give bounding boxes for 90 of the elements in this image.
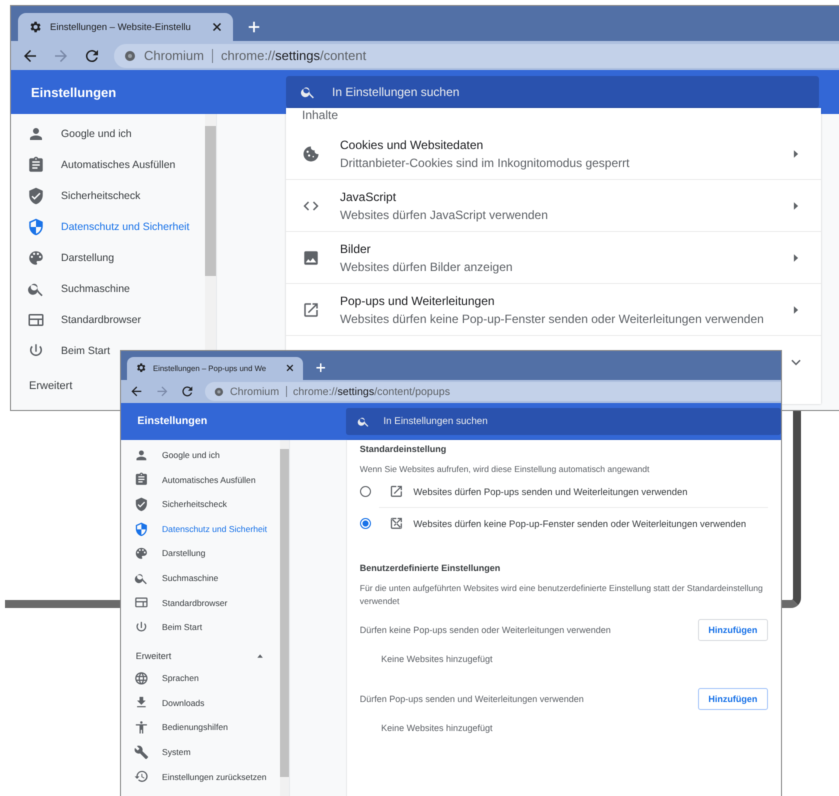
tab-title: Einstellungen – Website-Einstellu <box>50 22 192 32</box>
search-icon <box>357 414 370 428</box>
url-text: chrome://settings/content/popups <box>293 386 450 398</box>
accessibility-icon <box>134 720 149 735</box>
sidebar-item[interactable]: Automatisches Ausfüllen <box>11 149 180 180</box>
gear-icon <box>28 20 42 34</box>
image-icon <box>302 248 320 266</box>
chevron-right-icon <box>791 304 801 314</box>
close-icon[interactable] <box>211 21 223 33</box>
sidebar-item[interactable]: Einstellungen zurücksetzen <box>121 764 280 789</box>
add-button[interactable]: Hinzufügen <box>698 618 768 641</box>
section-heading: Standardeinstellung <box>360 444 448 454</box>
sidebar-item[interactable]: Beim Start <box>121 614 280 640</box>
add-button[interactable]: Hinzufügen <box>698 688 768 710</box>
clipboard-icon <box>27 156 45 174</box>
scrollbar[interactable] <box>205 114 216 352</box>
chevron-right-icon <box>791 252 801 262</box>
radio-label: Websites dürfen keine Pop-up-Fenster senden oder Weiterleitungen verwenden <box>413 518 746 529</box>
settings-row[interactable]: Pop-ups und Weiterleitungen Websites dürfen keine Pop-up-Fenster senden oder Weiterleitungen verwenden <box>286 284 821 336</box>
list-heading: Dürfen keine Pop-ups senden oder Weiterleitungen verwenden <box>360 624 611 635</box>
blocked-popup-icon <box>388 516 404 531</box>
shield-icon <box>27 218 45 236</box>
radio-button[interactable] <box>360 486 371 497</box>
sidebar-item[interactable]: Standardbrowser <box>11 304 145 335</box>
url-text: chrome://settings/content <box>220 48 366 63</box>
wrench-icon <box>134 744 149 760</box>
sidebar-item[interactable]: Darstellung <box>121 541 280 566</box>
sidebar-item[interactable]: Darstellung <box>11 242 118 273</box>
sidebar-item[interactable]: Suchmaschine <box>11 273 134 304</box>
shield-check-icon <box>27 186 45 204</box>
settings-title: Einstellungen <box>30 84 118 100</box>
clipboard-icon <box>134 472 149 488</box>
shield-check-icon <box>134 496 149 512</box>
person-icon <box>134 448 149 462</box>
search-field[interactable]: In Einstellungen suchen <box>382 415 782 428</box>
settings-row[interactable]: Cookies und Websitedaten Drittanbieter-Cookies sind im Inkognitomodus gesperrt <box>286 128 821 180</box>
scrollbar[interactable] <box>280 440 290 796</box>
section-heading: Inhalte <box>301 108 340 124</box>
settings-row[interactable]: Bilder Websites dürfen Bilder anzeigen <box>286 232 821 284</box>
caret-icon[interactable] <box>256 652 264 660</box>
radio-button[interactable] <box>360 518 371 529</box>
settings-title: Einstellungen <box>136 415 208 428</box>
radio-label: Websites dürfen Pop-ups senden und Weiterleitungen verwenden <box>413 486 688 497</box>
search-bar[interactable]: In Einstellungen suchen <box>346 408 782 435</box>
palette-icon <box>27 248 45 266</box>
chevron-right-icon <box>791 148 801 158</box>
list-heading: Dürfen Pop-ups senden und Weiterleitungen verwenden <box>360 694 584 704</box>
chevron-right-icon <box>791 200 801 210</box>
empty-list-text: Keine Websites hinzugefügt <box>380 722 494 736</box>
search-field[interactable]: In Einstellungen suchen <box>330 84 819 100</box>
sidebar-item[interactable]: Beim Start <box>11 335 114 366</box>
empty-list-text: Keine Websites hinzugefügt <box>380 652 494 666</box>
sidebar-item[interactable]: Sprachen <box>121 666 280 691</box>
address-bar[interactable]: Chromium chrome://settings/content/popups <box>205 382 782 402</box>
new-tab-icon[interactable] <box>314 362 326 374</box>
sidebar-item[interactable]: Datenschutz und Sicherheit <box>11 211 194 242</box>
browser-tab[interactable]: Einstellungen – Website-Einstellu <box>18 13 233 41</box>
gear-icon <box>134 362 146 374</box>
cookie-icon <box>302 144 320 162</box>
browser-window-icon <box>134 595 149 610</box>
section-heading: Benutzerdefinierte Einstellungen <box>360 563 502 574</box>
section-description: Wenn Sie Websites aufrufen, wird diese Einstellung automatisch angewandt <box>360 462 650 476</box>
sidebar-item[interactable]: Downloads <box>121 690 280 716</box>
sidebar-item[interactable]: System <box>121 740 280 764</box>
sidebar-item[interactable]: Google und ich <box>121 442 280 468</box>
back-icon[interactable] <box>129 384 144 399</box>
advanced-section-label[interactable]: Erweitert <box>29 380 72 392</box>
sidebar-item[interactable]: Standardbrowser <box>121 590 280 615</box>
new-tab-icon[interactable] <box>247 20 261 34</box>
search-bar[interactable]: In Einstellungen suchen <box>286 76 819 108</box>
sidebar-item[interactable]: Sicherheitscheck <box>11 180 144 211</box>
sidebar-item[interactable]: Google und ich <box>11 118 136 149</box>
sidebar-item[interactable]: Suchmaschine <box>121 566 280 590</box>
settings-row[interactable]: JavaScript Websites dürfen JavaScript verwenden <box>286 180 821 232</box>
sidebar-item[interactable]: Bedienungshilfen <box>121 715 280 740</box>
section-description: Für die unten aufgeführten Websites wird eine benutzerdefinierte Einstellung statt der Standardeinstellung verwendet <box>360 582 764 608</box>
sidebar-item[interactable]: Sicherheitscheck <box>121 492 280 517</box>
close-icon[interactable] <box>285 363 295 374</box>
address-bar[interactable]: Chromium chrome://settings/content <box>114 44 839 68</box>
sidebar-item[interactable]: Automatisches Ausfüllen <box>121 467 280 492</box>
history-icon <box>134 769 149 784</box>
reload-icon[interactable] <box>180 384 195 399</box>
advanced-section-label[interactable]: Erweitert <box>136 651 172 662</box>
site-name: Chromium <box>144 48 204 63</box>
shield-icon <box>134 522 149 536</box>
site-name: Chromium <box>230 386 280 398</box>
external-link-icon <box>302 300 320 318</box>
sidebar-item[interactable]: Datenschutz und Sicherheit <box>121 516 280 542</box>
palette-icon <box>134 546 149 561</box>
external-link-icon <box>388 484 404 498</box>
